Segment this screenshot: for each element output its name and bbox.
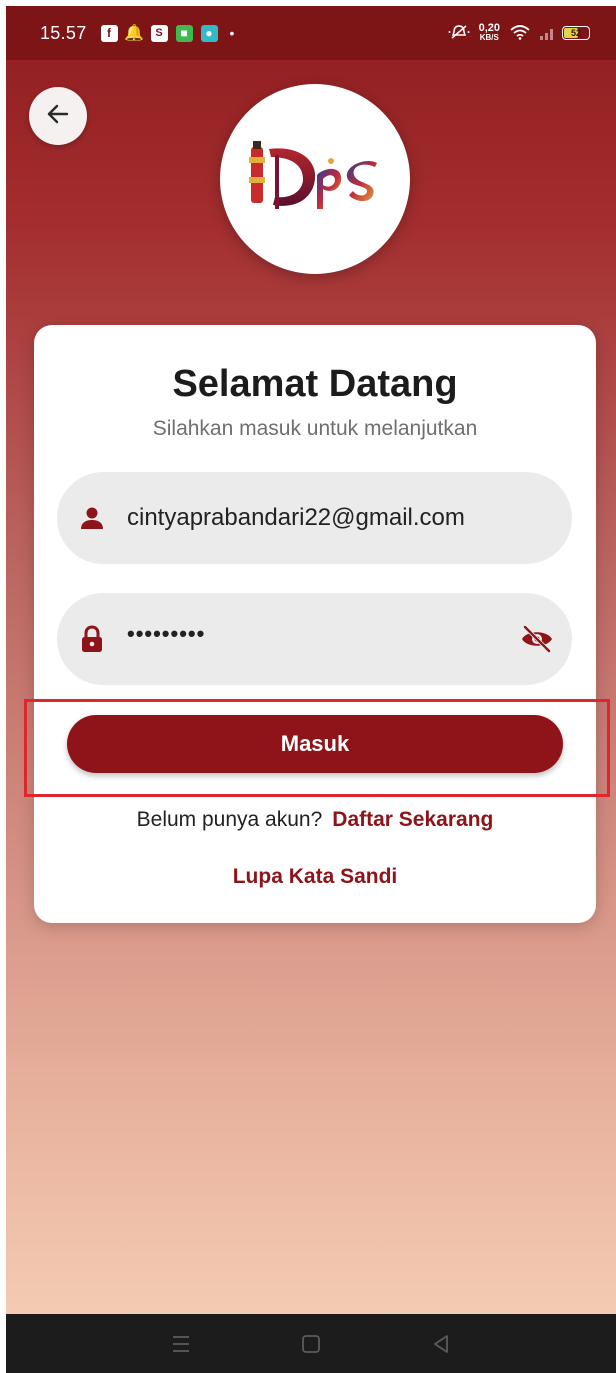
menu-lines-icon bbox=[173, 1335, 189, 1352]
email-value: cintyaprabandari22@gmail.com bbox=[127, 504, 465, 531]
network-speed: 0,20 KB/S bbox=[479, 23, 500, 43]
lock-icon bbox=[79, 625, 105, 652]
signup-prompt: Belum punya akun? bbox=[136, 808, 323, 831]
dps-logo-icon bbox=[249, 141, 377, 209]
email-field[interactable]: cintyaprabandari22@gmail.com bbox=[57, 472, 572, 564]
back-nav-button[interactable] bbox=[426, 1329, 456, 1359]
mute-icon bbox=[448, 24, 470, 43]
facebook-icon: f bbox=[100, 24, 118, 42]
person-icon bbox=[79, 505, 105, 531]
system-navigation-bar bbox=[6, 1314, 616, 1373]
shopping-bag-icon: S bbox=[150, 24, 168, 42]
battery-icon: 52 bbox=[562, 26, 590, 40]
recent-apps-button[interactable] bbox=[166, 1329, 196, 1359]
battery-level: 52 bbox=[570, 28, 581, 38]
chat-app-icon: ● bbox=[200, 24, 218, 42]
network-speed-unit: KB/S bbox=[479, 33, 499, 42]
arrow-left-icon bbox=[45, 101, 71, 132]
login-button[interactable]: Masuk bbox=[67, 715, 563, 773]
welcome-subtitle: Silahkan masuk untuk melanjutkan bbox=[152, 417, 478, 440]
square-icon bbox=[302, 1334, 320, 1353]
login-card: Selamat Datang Silahkan masuk untuk mela… bbox=[34, 325, 596, 923]
login-screen: 15.57 f 🔔 S ■ ● • 0,20 KB/S 52 Selamat D… bbox=[6, 6, 616, 1373]
more-notifications-dot: • bbox=[229, 25, 235, 41]
cellular-signal-icon bbox=[540, 26, 553, 40]
messages-icon: ■ bbox=[175, 24, 193, 42]
wifi-icon bbox=[509, 24, 531, 43]
status-time: 15.57 bbox=[40, 22, 87, 43]
status-left: 15.57 f 🔔 S ■ ● • bbox=[40, 23, 234, 44]
back-button[interactable] bbox=[29, 87, 87, 145]
triangle-back-icon bbox=[434, 1334, 448, 1353]
password-field[interactable]: ••••••••• bbox=[57, 593, 572, 685]
welcome-title: Selamat Datang bbox=[172, 363, 458, 405]
alarm-bell-icon: 🔔 bbox=[124, 25, 145, 42]
eye-off-icon[interactable] bbox=[520, 624, 554, 654]
forgot-password-link[interactable]: Lupa Kata Sandi bbox=[34, 865, 596, 889]
signup-row: Belum punya akun? Daftar Sekarang bbox=[34, 808, 596, 832]
status-bar: 15.57 f 🔔 S ■ ● • 0,20 KB/S 52 bbox=[6, 6, 616, 60]
signup-link[interactable]: Daftar Sekarang bbox=[332, 808, 493, 831]
app-logo bbox=[220, 84, 410, 274]
status-right: 0,20 KB/S 52 bbox=[448, 23, 590, 43]
network-speed-value: 0,20 bbox=[478, 22, 500, 34]
home-button[interactable] bbox=[296, 1329, 326, 1359]
password-value: ••••••••• bbox=[127, 621, 206, 646]
